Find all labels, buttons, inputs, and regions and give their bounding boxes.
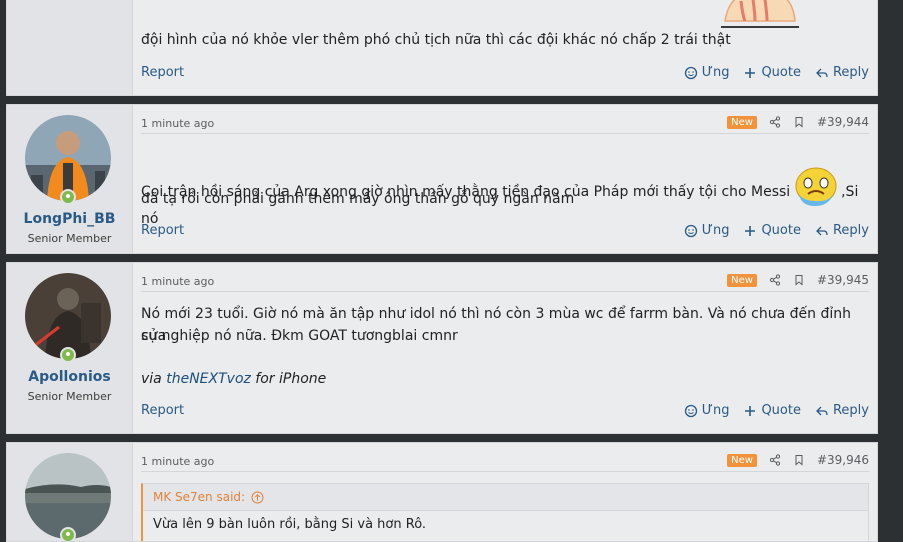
header-divider — [141, 133, 869, 134]
bookmark-icon[interactable] — [793, 116, 805, 128]
sticker-emoji — [721, 0, 799, 28]
share-icon[interactable] — [769, 116, 781, 128]
post-2: Apollonios Senior Member 1 minute ago Ne… — [6, 262, 878, 434]
post-time[interactable]: 1 minute ago — [141, 275, 214, 288]
via-signature: via theNEXTvoz for iPhone — [141, 368, 863, 390]
quote-author: MK Se7en said: — [153, 490, 246, 504]
online-status-icon — [60, 189, 76, 205]
reply-icon — [816, 68, 828, 77]
report-link[interactable]: Report — [141, 403, 670, 418]
post-time[interactable]: 1 minute ago — [141, 117, 214, 130]
post-footer: Report Ưng Quote Reply — [141, 403, 869, 418]
react-button[interactable]: Ưng — [684, 403, 730, 418]
user-title: Senior Member — [27, 232, 112, 245]
post-header-actions: New #39,946 — [727, 453, 869, 467]
post-number[interactable]: #39,945 — [817, 273, 869, 287]
new-badge: New — [727, 273, 757, 287]
post-header-actions: New #39,945 — [727, 273, 869, 287]
reply-button[interactable]: Reply — [815, 223, 869, 238]
post-0: đội hình của nó khỏe vler thêm phó chủ t… — [6, 0, 878, 96]
post-body: 1 minute ago New #39,944 Coi trận hồi sá… — [133, 105, 877, 253]
quote-content: Vừa lên 9 bàn luôn rồi, bằng Si và hơn R… — [143, 510, 868, 541]
quote-label: Quote — [761, 223, 801, 238]
post-message-line2: đã tạ rồi còn phải gánh thêm mấy ông thầ… — [141, 191, 575, 207]
quote-button[interactable]: Quote — [743, 65, 801, 80]
post-time[interactable]: 1 minute ago — [141, 455, 214, 468]
via-prefix: via — [141, 371, 167, 387]
via-app-link[interactable]: theNEXTvoz — [166, 371, 251, 387]
reply-button[interactable]: Reply — [815, 65, 869, 80]
bookmark-icon[interactable] — [793, 454, 805, 466]
reply-icon — [816, 226, 828, 235]
react-label: Ưng — [701, 403, 730, 418]
react-icon — [684, 66, 697, 79]
share-icon[interactable] — [769, 274, 781, 286]
post-header-actions: New #39,944 — [727, 115, 869, 129]
reply-label: Reply — [832, 65, 869, 80]
report-link[interactable]: Report — [141, 223, 670, 238]
react-label: Ưng — [701, 65, 730, 80]
reply-button[interactable]: Reply — [815, 403, 869, 418]
arrow-up-circle-icon[interactable] — [251, 491, 264, 504]
quote-header[interactable]: MK Se7en said: — [143, 484, 868, 510]
post-3: 1 minute ago New #39,946 MK Se7en said: … — [6, 442, 878, 542]
post-body: 1 minute ago New #39,945 Nó mới 23 tuổi.… — [133, 263, 877, 433]
reply-label: Reply — [832, 403, 869, 418]
user-column: Apollonios Senior Member — [7, 263, 133, 433]
post-number[interactable]: #39,944 — [817, 115, 869, 129]
new-badge: New — [727, 453, 757, 467]
online-status-icon — [60, 347, 76, 363]
react-button[interactable]: Ưng — [684, 65, 730, 80]
reply-icon — [816, 406, 828, 415]
plus-icon — [745, 67, 756, 78]
post-footer: Report Ưng Quote Reply — [141, 223, 869, 238]
header-divider — [141, 291, 869, 292]
plus-icon — [745, 225, 756, 236]
quote-block: MK Se7en said: Vừa lên 9 bàn luôn rồi, b… — [141, 483, 869, 541]
plus-icon — [745, 405, 756, 416]
user-column — [7, 443, 133, 541]
share-icon[interactable] — [769, 454, 781, 466]
post-number[interactable]: #39,946 — [817, 453, 869, 467]
post-footer: Report Ưng Quote Reply — [141, 65, 869, 80]
quote-label: Quote — [761, 403, 801, 418]
react-icon — [684, 224, 697, 237]
post-1: LongPhi_BB Senior Member 1 minute ago Ne… — [6, 104, 878, 254]
post-message: đội hình của nó khỏe vler thêm phó chủ t… — [141, 32, 731, 48]
quote-button[interactable]: Quote — [743, 403, 801, 418]
user-column — [7, 0, 133, 95]
user-title: Senior Member — [27, 390, 112, 403]
react-icon — [684, 404, 697, 417]
username[interactable]: Apollonios — [7, 369, 132, 385]
post-message-line2: sự nghiệp nó nữa. Đkm GOAT tươngblai cmn… — [141, 328, 458, 344]
via-suffix: for iPhone — [250, 371, 327, 387]
header-divider — [141, 471, 869, 472]
quote-label: Quote — [761, 65, 801, 80]
react-label: Ưng — [701, 223, 730, 238]
reply-label: Reply — [832, 223, 869, 238]
bookmark-icon[interactable] — [793, 274, 805, 286]
username[interactable]: LongPhi_BB — [7, 211, 132, 227]
report-link[interactable]: Report — [141, 65, 670, 80]
user-column: LongPhi_BB Senior Member — [7, 105, 133, 253]
quote-button[interactable]: Quote — [743, 223, 801, 238]
post-body: đội hình của nó khỏe vler thêm phó chủ t… — [133, 0, 877, 95]
new-badge: New — [727, 115, 757, 129]
react-button[interactable]: Ưng — [684, 223, 730, 238]
post-body: 1 minute ago New #39,946 MK Se7en said: … — [133, 443, 877, 541]
